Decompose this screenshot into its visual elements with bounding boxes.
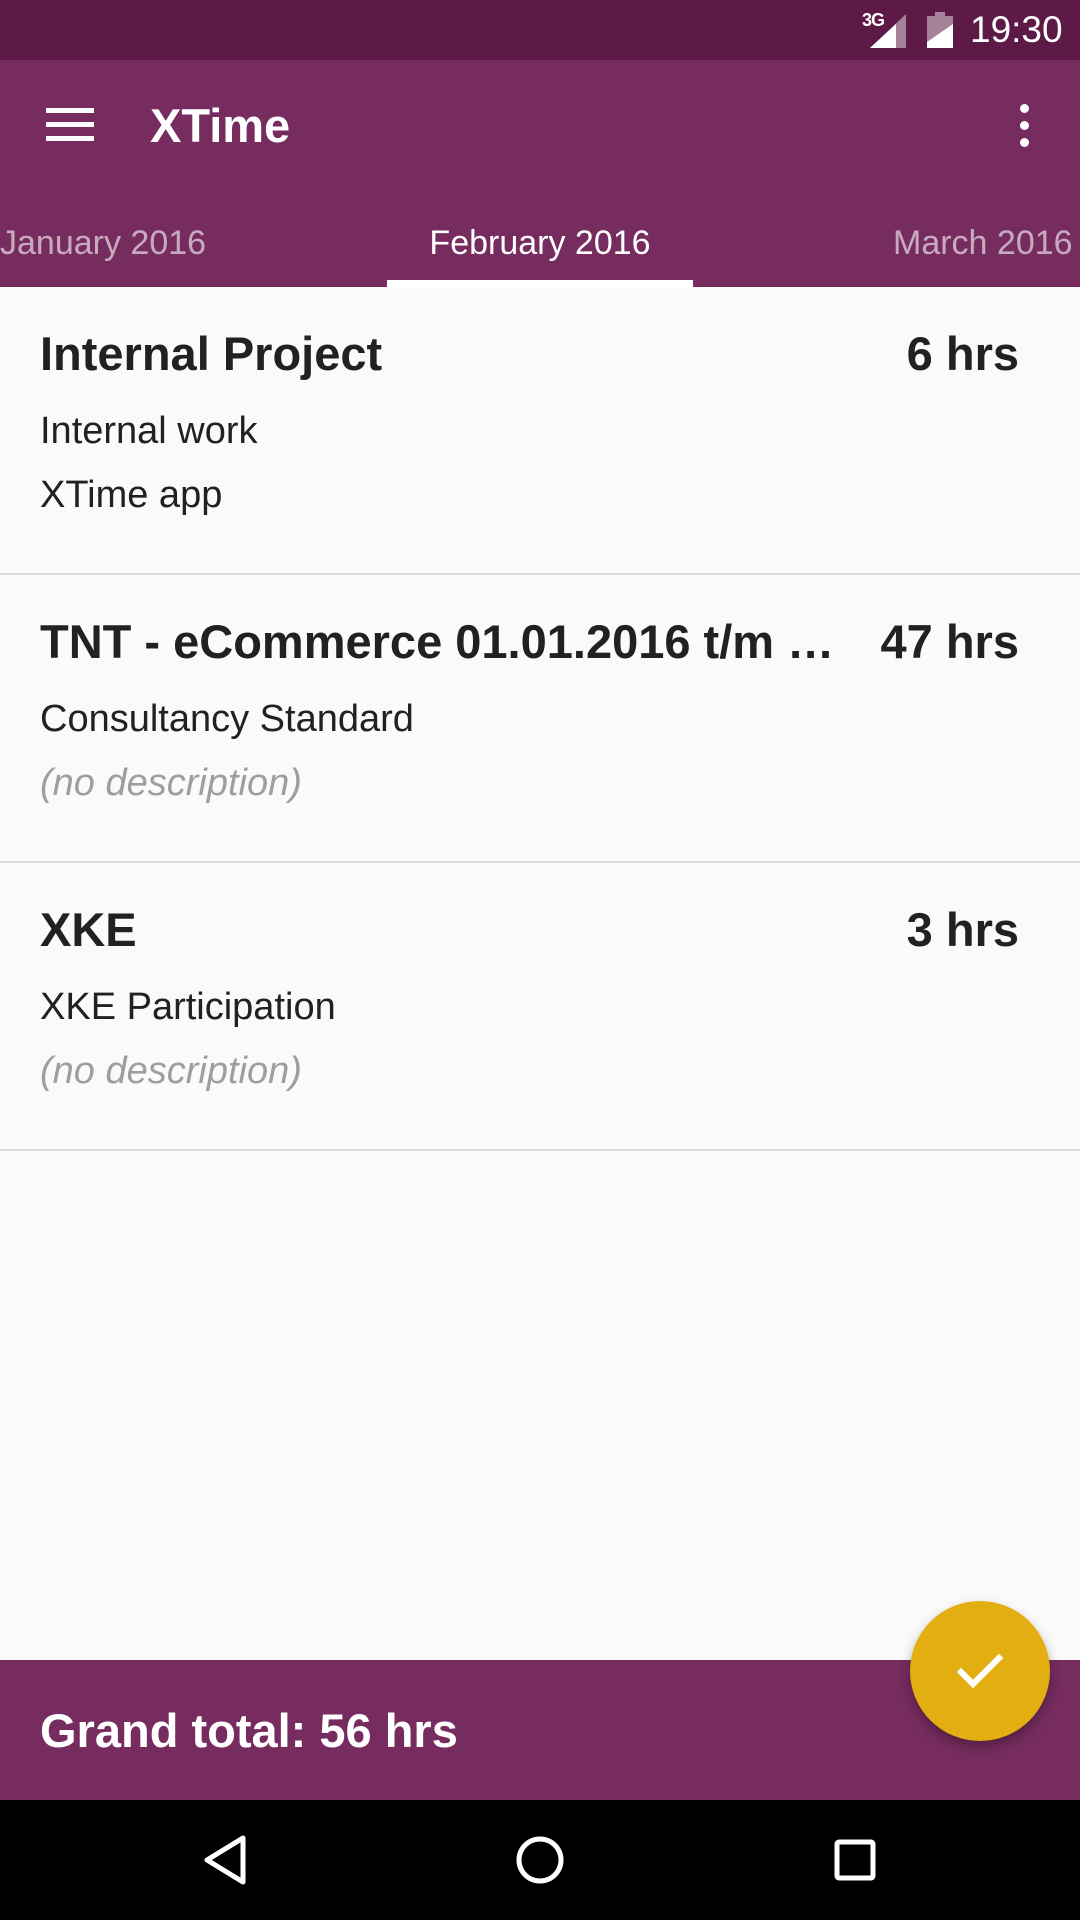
work-type: Consultancy Standard [40, 698, 414, 740]
work-type: Internal work [40, 410, 258, 452]
list-item[interactable]: Internal Project 6 hrs Internal work XTi… [0, 287, 1080, 575]
project-name: Internal Project [40, 327, 383, 380]
work-type: XKE Participation [40, 986, 336, 1028]
home-circle-icon[interactable] [510, 1830, 570, 1890]
entry-description: (no description) [40, 762, 302, 804]
battery-icon [927, 12, 953, 48]
recents-square-icon[interactable] [825, 1830, 885, 1890]
submit-fab-button[interactable] [910, 1601, 1050, 1741]
signal-icon [870, 14, 906, 48]
tab-january-2016[interactable]: January 2016 [0, 220, 206, 287]
grand-total-label: Grand total: 56 hrs [40, 1704, 458, 1757]
project-hours: 3 hrs [906, 903, 1019, 956]
tab-february-2016[interactable]: February 2016 [387, 220, 693, 287]
app-title: XTime [150, 99, 291, 152]
app-bar: XTime January 2016 February 2016 March 2… [0, 60, 1080, 287]
tab-march-2016[interactable]: March 2016 [893, 220, 1073, 287]
project-name: TNT - eCommerce 01.01.2016 t/m 31.12.201… [40, 615, 840, 668]
status-bar: 3G 19:30 [0, 0, 1080, 60]
project-name: XKE [40, 903, 137, 956]
project-hours: 6 hrs [906, 327, 1019, 380]
status-clock: 19:30 [970, 9, 1063, 50]
list-item[interactable]: TNT - eCommerce 01.01.2016 t/m 31.12.201… [0, 575, 1080, 863]
entry-description: (no description) [40, 1050, 302, 1092]
more-vert-icon[interactable] [1010, 104, 1040, 148]
check-icon [956, 1653, 1004, 1689]
back-triangle-icon[interactable] [195, 1830, 255, 1890]
navigation-bar [0, 1800, 1080, 1920]
project-hours: 47 hrs [880, 615, 1019, 668]
entry-description: XTime app [40, 474, 223, 516]
tab-indicator [387, 280, 693, 287]
hamburger-menu-icon[interactable] [40, 104, 100, 146]
list-item[interactable]: XKE 3 hrs XKE Participation (no descript… [0, 863, 1080, 1151]
